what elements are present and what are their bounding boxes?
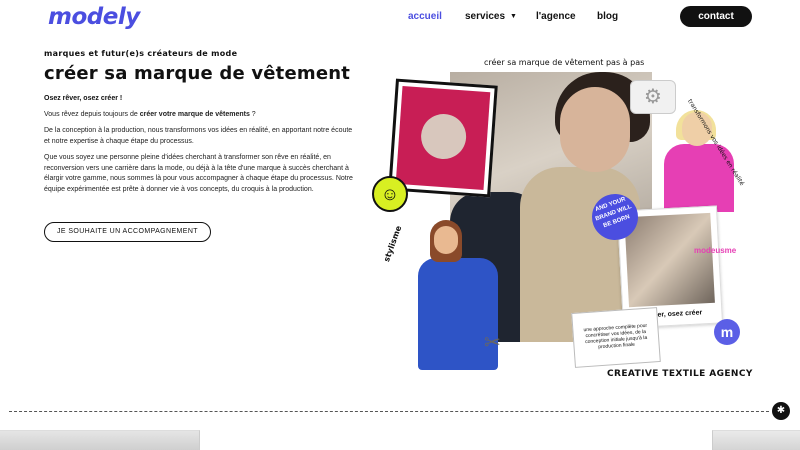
creative-label: creative textile agency bbox=[607, 369, 753, 379]
p1-before: Vous rêvez depuis toujours de bbox=[44, 111, 140, 118]
scissors-icon: ✂ bbox=[484, 332, 501, 354]
bottom-image-left bbox=[0, 430, 200, 450]
chevron-down-icon: ▼ bbox=[510, 13, 517, 20]
arrow-icon[interactable]: ✱ bbox=[772, 402, 790, 420]
modeusme-tag: modeusme bbox=[694, 246, 737, 255]
hero-eyebrow: marques et futur(e)s créateurs de mode bbox=[44, 49, 238, 58]
bottom-image-right bbox=[712, 430, 800, 450]
nav-blog[interactable]: blog bbox=[597, 11, 618, 22]
nav-agence[interactable]: l'agence bbox=[536, 11, 576, 22]
m-badge: m bbox=[714, 319, 740, 345]
collage-title: créer sa marque de vêtement pas à pas bbox=[484, 58, 645, 67]
accompaniment-button[interactable]: je souhaite un accompagnement bbox=[44, 222, 211, 242]
hero-subtitle: Osez rêver, osez créer ! bbox=[44, 95, 123, 102]
section-divider bbox=[9, 411, 769, 412]
contact-button[interactable]: contact bbox=[680, 6, 752, 27]
hero-paragraph-1: Vous rêvez depuis toujours de créer votr… bbox=[44, 110, 356, 121]
logo[interactable]: modely bbox=[48, 4, 140, 30]
page-title: créer sa marque de vêtement bbox=[44, 63, 351, 84]
hero-paragraph-3: Que vous soyez une personne pleine d'idé… bbox=[44, 154, 353, 193]
smiley-icon: ☺ bbox=[372, 176, 408, 212]
nav-services[interactable]: services ▼ bbox=[465, 11, 517, 22]
nav-accueil[interactable]: accueil bbox=[408, 11, 442, 22]
stylisme-label: stylisme bbox=[382, 224, 404, 264]
p1-after: ? bbox=[249, 111, 256, 118]
site-header: modely accueil services ▼ l'agence blog c… bbox=[0, 0, 800, 34]
p1-bold: créer votre marque de vêtements bbox=[139, 111, 250, 118]
collage-note: une approche complète pour concrétiser v… bbox=[571, 307, 661, 368]
nav-services-label: services bbox=[465, 11, 506, 22]
jewelry-polaroid bbox=[388, 78, 498, 198]
hero-paragraph-2: De la conception à la production, nous t… bbox=[44, 127, 353, 145]
sewing-machine-icon: ⚙ bbox=[630, 80, 676, 114]
